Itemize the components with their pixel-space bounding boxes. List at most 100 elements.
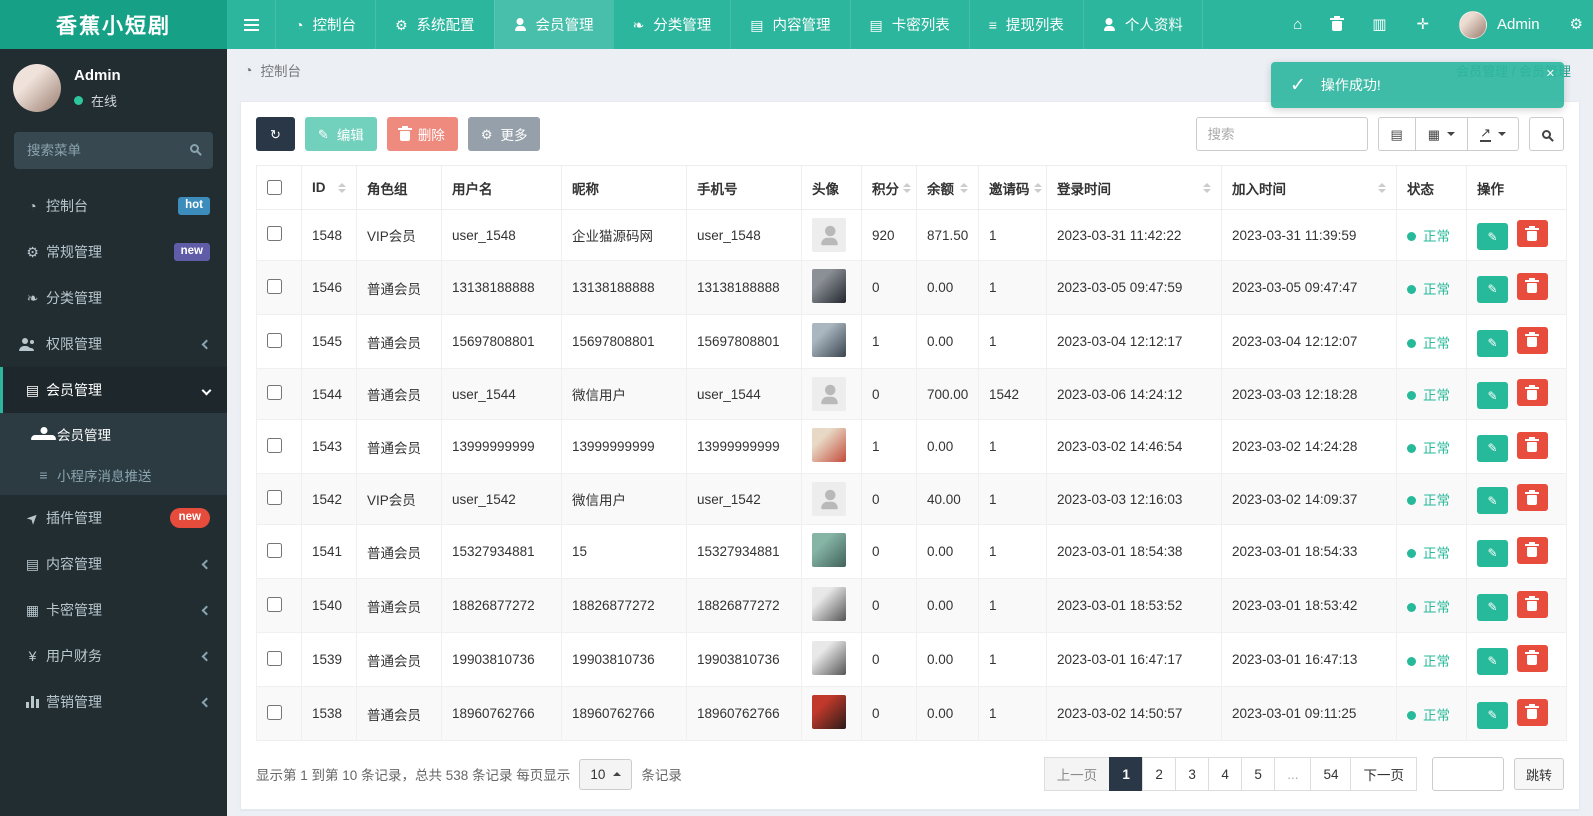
sort-icon[interactable] <box>1203 179 1211 197</box>
row-edit-button[interactable]: ✎ <box>1477 701 1508 729</box>
row-checkbox[interactable] <box>267 332 282 348</box>
row-edit-button[interactable]: ✎ <box>1477 223 1508 250</box>
sort-icon[interactable] <box>338 179 346 197</box>
search-button[interactable] <box>1529 117 1564 151</box>
row-delete-button[interactable] <box>1516 326 1548 354</box>
row-edit-button[interactable]: ✎ <box>1477 434 1508 462</box>
column-header[interactable]: 状态 <box>1396 165 1467 210</box>
page-button[interactable]: 上一页 <box>1043 757 1111 791</box>
sidebar-menu-item[interactable]: ▤ 会员管理 <box>0 367 227 413</box>
sidebar-menu-item[interactable]: 权限管理 <box>0 321 227 367</box>
page-jump-input[interactable] <box>1431 757 1504 791</box>
page-button[interactable]: 4 <box>1208 757 1243 791</box>
row-delete-button[interactable] <box>1516 379 1548 406</box>
refresh-button[interactable]: ↻ <box>256 117 295 151</box>
delete-button[interactable]: 删除 <box>386 117 458 151</box>
column-header[interactable]: 角色组 <box>356 165 442 210</box>
topnav-item[interactable]: 个人资料 <box>1082 0 1203 49</box>
row-checkbox[interactable] <box>267 704 282 720</box>
column-header[interactable]: ID <box>301 165 357 210</box>
row-edit-button[interactable]: ✎ <box>1477 382 1508 409</box>
home-icon[interactable]: ⌂ <box>1293 17 1302 32</box>
sidebar-menu-item[interactable]: ❧ 分类管理 <box>0 275 227 321</box>
more-button[interactable]: ⚙ 更多 <box>467 117 541 151</box>
topnav-item[interactable]: ▤ 内容管理 <box>730 0 849 49</box>
export-button[interactable]: ↗ <box>1467 117 1519 151</box>
row-checkbox[interactable] <box>267 437 282 453</box>
topnav-item[interactable]: ▤ 卡密列表 <box>849 0 969 49</box>
row-delete-button[interactable] <box>1516 536 1548 564</box>
topnav-item[interactable]: 会员管理 <box>493 0 613 49</box>
page-button[interactable]: 54 <box>1310 757 1352 791</box>
column-header[interactable]: 用户名 <box>441 165 562 210</box>
row-delete-button[interactable] <box>1516 698 1548 726</box>
column-header[interactable] <box>256 165 302 210</box>
column-header[interactable]: 登录时间 <box>1046 165 1222 210</box>
close-icon[interactable]: ✕ <box>1546 67 1555 80</box>
sidebar-menu-item[interactable]: ▦ 卡密管理 <box>0 587 227 633</box>
sidebar-menu-item[interactable]: ▤ 内容管理 <box>0 541 227 587</box>
sidebar-search-input[interactable] <box>14 132 213 169</box>
row-checkbox[interactable] <box>267 542 282 558</box>
gear-icon[interactable]: ⚙ <box>1570 17 1583 32</box>
row-delete-button[interactable] <box>1516 220 1548 247</box>
detail-view-button[interactable]: ▤ <box>1377 117 1415 151</box>
column-header[interactable]: 邀请码 <box>978 165 1047 210</box>
page-button[interactable]: 3 <box>1175 757 1210 791</box>
sidebar-toggle-button[interactable] <box>227 0 275 49</box>
row-checkbox[interactable] <box>267 385 282 400</box>
row-checkbox[interactable] <box>267 490 282 505</box>
row-delete-button[interactable] <box>1516 272 1548 300</box>
row-edit-button[interactable]: ✎ <box>1477 487 1508 514</box>
row-checkbox[interactable] <box>267 650 282 666</box>
column-header[interactable]: 头像 <box>801 165 862 210</box>
sort-icon[interactable] <box>903 179 911 197</box>
row-edit-button[interactable]: ✎ <box>1477 539 1508 567</box>
expand-icon[interactable]: ✛ <box>1416 17 1429 32</box>
sidebar-menu-item[interactable]: ➤ 插件管理 new <box>0 495 227 541</box>
trash-icon[interactable] <box>1330 16 1345 31</box>
sort-icon[interactable] <box>960 179 968 197</box>
topnav-item[interactable]: ◔ 控制台 <box>275 0 375 49</box>
row-edit-button[interactable]: ✎ <box>1477 647 1508 675</box>
row-delete-button[interactable] <box>1516 644 1548 672</box>
sidebar-menu-item[interactable]: ⚙ 常规管理 new <box>0 229 227 275</box>
sidebar-submenu-item[interactable]: ≡ 小程序消息推送 <box>0 454 227 495</box>
edit-button[interactable]: ✎ 编辑 <box>304 117 377 151</box>
building-icon[interactable]: ▥ <box>1372 17 1386 32</box>
sidebar-menu-item[interactable]: 营销管理 <box>0 679 227 725</box>
page-button[interactable]: 2 <box>1142 757 1177 791</box>
topnav-item[interactable]: ⚙ 系统配置 <box>374 0 494 49</box>
sort-icon[interactable] <box>1034 179 1042 197</box>
select-all-checkbox[interactable] <box>267 180 282 195</box>
page-button[interactable]: 5 <box>1241 757 1276 791</box>
row-delete-button[interactable] <box>1516 590 1548 618</box>
row-checkbox[interactable] <box>267 226 282 241</box>
page-button[interactable]: 1 <box>1109 757 1144 791</box>
row-checkbox[interactable] <box>267 278 282 294</box>
sidebar-menu-item[interactable]: ◔ 控制台 hot <box>0 183 227 229</box>
column-header[interactable]: 积分 <box>861 165 917 210</box>
row-delete-button[interactable] <box>1516 484 1548 511</box>
page-jump-button[interactable]: 跳转 <box>1513 758 1564 790</box>
sidebar-submenu-item[interactable]: 会员管理 <box>0 413 227 454</box>
column-header[interactable]: 昵称 <box>561 165 687 210</box>
topnav-item[interactable]: ❧ 分类管理 <box>612 0 731 49</box>
column-header[interactable]: 余额 <box>916 165 979 210</box>
row-edit-button[interactable]: ✎ <box>1477 593 1508 621</box>
page-button[interactable]: 下一页 <box>1350 757 1417 791</box>
row-checkbox[interactable] <box>267 596 282 612</box>
sidebar-menu-item[interactable]: ¥ 用户财务 <box>0 633 227 679</box>
row-edit-button[interactable]: ✎ <box>1477 275 1508 303</box>
column-header[interactable]: 加入时间 <box>1221 165 1397 210</box>
column-header[interactable]: 操作 <box>1466 165 1567 210</box>
topnav-item[interactable]: ≡ 提现列表 <box>968 0 1083 49</box>
sort-icon[interactable] <box>1378 179 1386 197</box>
columns-button[interactable]: ▦ <box>1414 117 1468 151</box>
column-header[interactable]: 手机号 <box>686 165 802 210</box>
row-edit-button[interactable]: ✎ <box>1477 329 1508 357</box>
page-button[interactable]: ... <box>1274 757 1312 791</box>
user-menu[interactable]: Admin <box>1459 10 1540 39</box>
row-delete-button[interactable] <box>1516 431 1548 459</box>
table-search-input[interactable] <box>1195 117 1368 151</box>
